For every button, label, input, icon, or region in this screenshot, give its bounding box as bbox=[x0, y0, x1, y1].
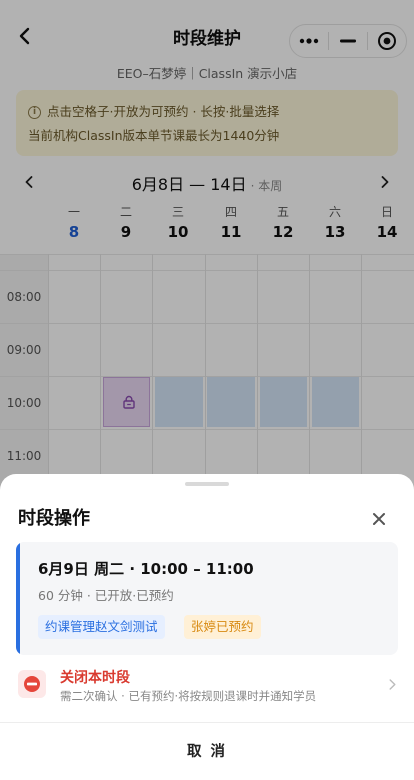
divider bbox=[0, 722, 414, 723]
no-entry-icon bbox=[18, 670, 46, 698]
booked-tag: 张婷已预约 bbox=[184, 615, 261, 639]
slot-time: 6月9日 周二 · 10:00 – 11:00 bbox=[38, 560, 254, 578]
slot-meta: 60 分钟 · 已开放·已预约 bbox=[38, 588, 174, 603]
card-accent-bar bbox=[16, 542, 20, 655]
close-slot-action[interactable]: 关闭本时段 需二次确认 · 已有预约·将按规则退课时并通知学员 bbox=[0, 664, 414, 720]
sheet-handle[interactable] bbox=[185, 482, 229, 486]
slot-action-sheet: 时段操作 6月9日 周二 · 10:00 – 11:00 60 分钟 · 已开放… bbox=[0, 474, 414, 780]
sheet-title: 时段操作 bbox=[18, 508, 90, 529]
cancel-button[interactable]: 取 消 bbox=[0, 724, 414, 776]
course-tag: 约课管理赵文剑测试 bbox=[38, 615, 165, 639]
close-icon bbox=[373, 513, 385, 525]
action-description: 需二次确认 · 已有预约·将按规则退课时并通知学员 bbox=[60, 689, 317, 703]
chevron-right-icon bbox=[386, 676, 398, 692]
sheet-close-button[interactable] bbox=[366, 506, 392, 532]
action-title: 关闭本时段 bbox=[60, 670, 130, 686]
slot-detail-card: 6月9日 周二 · 10:00 – 11:00 60 分钟 · 已开放·已预约 … bbox=[16, 542, 398, 655]
